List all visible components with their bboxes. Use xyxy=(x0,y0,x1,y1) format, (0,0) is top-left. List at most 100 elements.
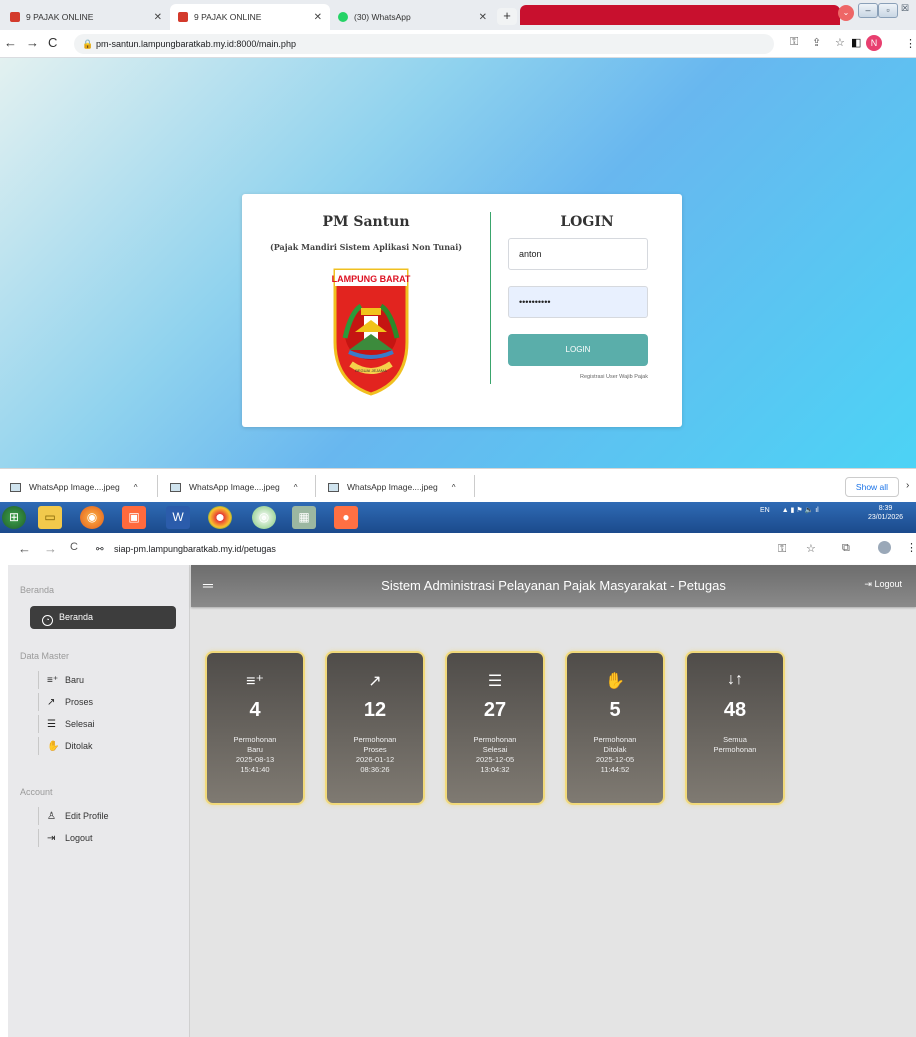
card-permohonan-baru[interactable]: ≡⁺ 4 Permohonan Baru 2025-08-13 15:41:40 xyxy=(205,651,305,805)
tab-pajak-online-2[interactable]: 9 PAJAK ONLINE ✕ xyxy=(170,4,330,30)
trending-up-icon: ↗ xyxy=(368,673,382,690)
bottom-browser-window: ← → C ⚯ siap-pm.lampungbaratkab.my.id/pe… xyxy=(0,533,916,1037)
sidepanel-icon[interactable]: ◧ xyxy=(851,36,861,49)
hand-stop-icon: ✋ xyxy=(605,673,625,690)
menu-icon[interactable]: ⋮ xyxy=(905,37,916,50)
card-label: Permohonan Selesai 2025-12-05 13:04:32 xyxy=(473,735,517,774)
trending-up-icon: ↗ xyxy=(47,697,56,708)
folder-icon[interactable]: ▭ xyxy=(38,506,62,529)
back-icon[interactable]: ← xyxy=(18,541,31,556)
card-label: Semua Permohonan xyxy=(713,735,757,754)
close-icon[interactable]: ✕ xyxy=(314,12,322,23)
divider xyxy=(315,475,316,497)
site-settings-icon[interactable]: ⚯ xyxy=(96,539,104,559)
close-icon[interactable]: ✕ xyxy=(154,12,162,23)
password-field[interactable]: •••••••••• xyxy=(508,286,648,318)
new-tab-button[interactable]: + xyxy=(497,8,517,25)
profile-avatar[interactable]: N xyxy=(866,35,882,51)
card-permohonan-selesai[interactable]: ☰ 27 Permohonan Selesai 2025-12-05 13:04… xyxy=(445,651,545,805)
chevron-down-icon[interactable]: ⌄ xyxy=(838,5,854,21)
checklist-icon: ☰ xyxy=(47,719,56,730)
main-content: ═ Sistem Administrasi Pelayanan Pajak Ma… xyxy=(191,565,916,1037)
key-icon[interactable]: ⚿ xyxy=(790,36,798,49)
show-all-button[interactable]: Show all xyxy=(845,477,899,497)
image-viewer-icon[interactable]: ▦ xyxy=(292,506,316,529)
header-logout-button[interactable]: ⇥ Logout xyxy=(864,579,902,590)
register-link[interactable]: Registrasi User Wajib Pajak xyxy=(508,374,648,380)
menu-icon[interactable]: ⋮ xyxy=(906,541,916,554)
sort-arrows-icon: ↓↑ xyxy=(727,671,743,688)
tab-pajak-online-1[interactable]: 9 PAJAK ONLINE ✕ xyxy=(2,4,170,30)
username-field[interactable]: anton xyxy=(508,238,648,270)
chrome-icon[interactable] xyxy=(208,506,232,529)
tray-icons[interactable]: ▲ ▮ ⚑ 🔈 ıl xyxy=(782,507,819,514)
sidebar-item-baru[interactable]: ≡⁺ Baru xyxy=(38,671,84,689)
login-button[interactable]: LOGIN xyxy=(508,334,648,366)
chevron-up-icon[interactable]: ^ xyxy=(134,483,138,492)
url-input[interactable]: ⚯ siap-pm.lampungbaratkab.my.id/petugas xyxy=(94,539,334,559)
sidebar-item-edit-profile[interactable]: ♙ Edit Profile xyxy=(38,807,109,825)
tab-strip: 9 PAJAK ONLINE ✕ 9 PAJAK ONLINE ✕ (30) W… xyxy=(0,0,916,30)
chevron-up-icon[interactable]: ^ xyxy=(452,483,456,492)
extensions-icon[interactable]: ⧉ xyxy=(842,542,850,555)
login-form: LOGIN anton •••••••••• LOGIN Registrasi … xyxy=(492,194,682,427)
chevron-up-icon[interactable]: ^ xyxy=(294,483,298,492)
close-window-button[interactable]: ☒ xyxy=(901,3,909,14)
clock[interactable]: 8:39 23/01/2026 xyxy=(868,504,903,522)
page-title: Sistem Administrasi Pelayanan Pajak Masy… xyxy=(381,578,726,593)
card-label: Permohonan Ditolak 2025-12-05 11:44:52 xyxy=(593,735,637,774)
sidebar-item-selesai[interactable]: ☰ Selesai xyxy=(38,715,95,733)
chevron-right-icon[interactable]: › xyxy=(906,480,909,491)
download-item[interactable]: WhatsApp Image....jpeg ^ xyxy=(170,478,297,496)
maximize-button[interactable]: ▫ xyxy=(878,3,898,18)
share-icon[interactable]: ⇪ xyxy=(812,36,821,49)
card-label: Permohonan Baru 2025-08-13 15:41:40 xyxy=(233,735,277,774)
forward-icon[interactable]: → xyxy=(26,35,39,50)
app-container: Beranda ◔ Beranda Data Master ≡⁺ Baru ↗ Pro… xyxy=(8,565,916,1037)
minimize-button[interactable]: – xyxy=(858,3,878,18)
hand-stop-icon: ✋ xyxy=(47,741,60,752)
close-icon[interactable]: ✕ xyxy=(479,12,487,23)
sidebar-item-beranda[interactable]: ◔ Beranda xyxy=(30,606,176,629)
reload-icon[interactable]: C xyxy=(48,35,57,50)
playlist-add-icon: ≡⁺ xyxy=(47,675,59,686)
back-icon[interactable]: ← xyxy=(4,35,17,50)
login-title: LOGIN xyxy=(560,214,614,230)
download-item[interactable]: WhatsApp Image....jpeg ^ xyxy=(10,478,137,496)
section-beranda: Beranda xyxy=(20,585,55,595)
tab-whatsapp[interactable]: (30) WhatsApp ✕ xyxy=(330,4,495,30)
card-permohonan-proses[interactable]: ↗ 12 Permohonan Proses 2026-01-12 08:36:… xyxy=(325,651,425,805)
url-input[interactable]: 🔒 pm-santun.lampungbaratkab.my.id:8000/m… xyxy=(74,34,774,54)
sidebar-item-proses[interactable]: ↗ Proses xyxy=(38,693,93,711)
star-icon[interactable]: ☆ xyxy=(835,36,845,49)
forward-icon[interactable]: → xyxy=(44,541,57,556)
shield-icon xyxy=(178,12,188,22)
card-semua-permohonan[interactable]: ↓↑ 48 Semua Permohonan xyxy=(685,651,785,805)
card-count: 48 xyxy=(723,699,747,721)
brand-panel: PM Santun (Pajak Mandiri Sistem Aplikasi… xyxy=(242,194,490,427)
card-permohonan-ditolak[interactable]: ✋ 5 Permohonan Ditolak 2025-12-05 11:44:… xyxy=(565,651,665,805)
password-key-icon[interactable]: ⚿ xyxy=(778,543,786,556)
section-account: Account xyxy=(20,787,53,797)
firefox-icon[interactable]: ◉ xyxy=(80,506,104,529)
address-bar: ← → C ⚯ siap-pm.lampungbaratkab.my.id/pe… xyxy=(0,533,916,565)
profile-avatar[interactable] xyxy=(878,541,891,554)
image-file-icon xyxy=(10,482,21,492)
reload-icon[interactable]: C xyxy=(70,541,78,553)
top-browser-window: 9 PAJAK ONLINE ✕ 9 PAJAK ONLINE ✕ (30) W… xyxy=(0,0,916,533)
start-button[interactable]: ⊞ xyxy=(2,506,26,529)
card-label: Permohonan Proses 2026-01-12 08:36:26 xyxy=(353,735,397,774)
title-bar-highlight xyxy=(520,5,840,25)
download-item[interactable]: WhatsApp Image....jpeg ^ xyxy=(328,478,455,496)
word-icon[interactable]: W xyxy=(166,506,190,529)
sidebar: Beranda ◔ Beranda Data Master ≡⁺ Baru ↗ Pro… xyxy=(8,565,190,1037)
shield-icon xyxy=(10,12,20,22)
chrome-window-icon[interactable]: ● xyxy=(334,506,358,529)
sidebar-item-ditolak[interactable]: ✋ Ditolak xyxy=(38,737,93,755)
image-file-icon xyxy=(170,482,181,492)
sidebar-item-logout[interactable]: ⇥ Logout xyxy=(38,829,93,847)
login-page: PM Santun (Pajak Mandiri Sistem Aplikasi… xyxy=(0,58,916,468)
media-player-icon[interactable]: ▣ xyxy=(122,506,146,529)
star-icon[interactable]: ☆ xyxy=(806,542,816,555)
app-icon[interactable]: ◎ xyxy=(252,506,276,529)
